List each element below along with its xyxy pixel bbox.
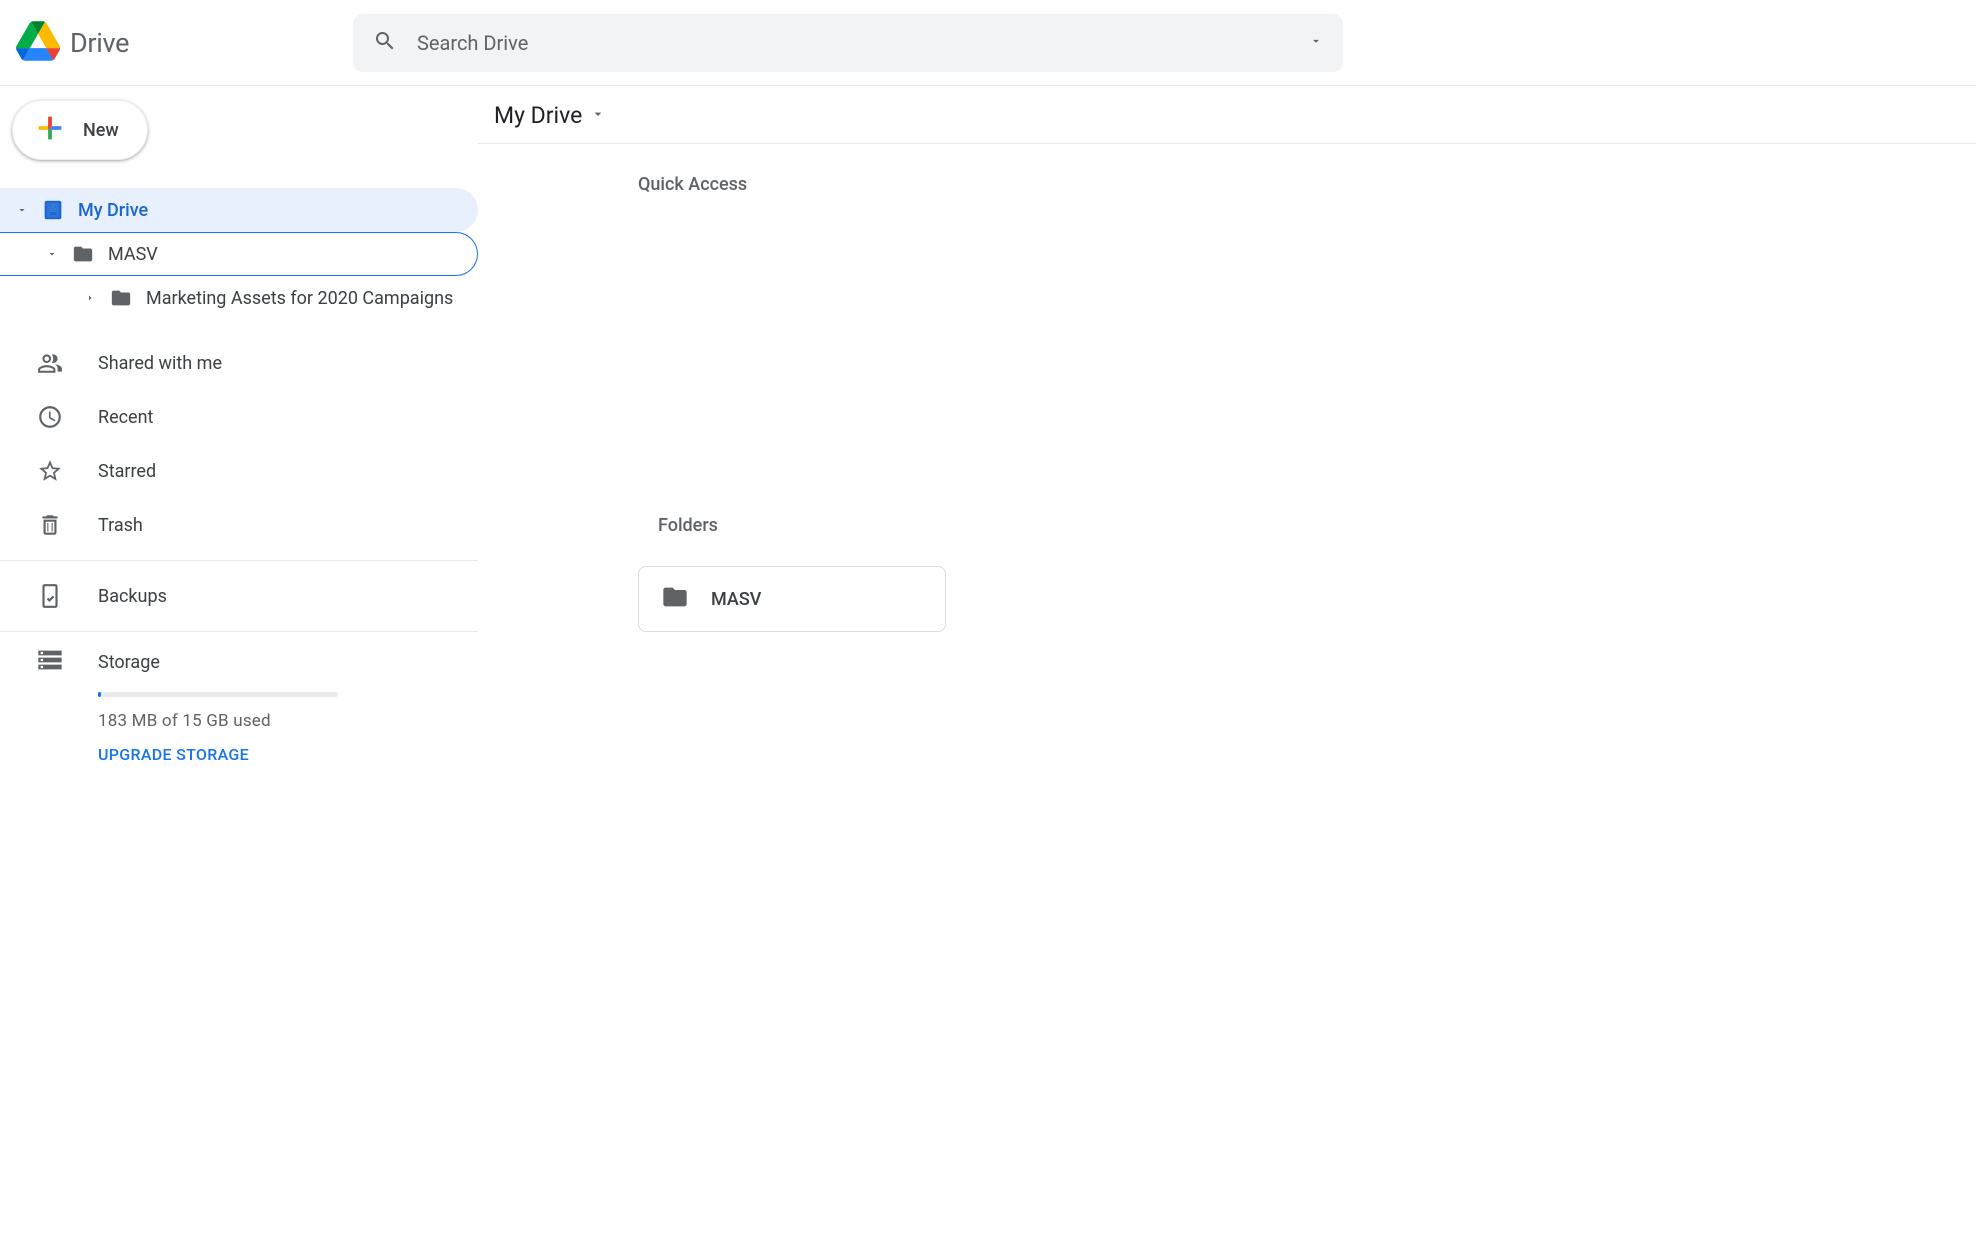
clock-icon bbox=[36, 403, 64, 431]
storage-usage-text: 183 MB of 15 GB used bbox=[98, 711, 478, 731]
shared-icon bbox=[36, 349, 64, 377]
sidebar: New My Drive MASV bbox=[0, 86, 478, 764]
chevron-down-icon[interactable] bbox=[14, 202, 30, 218]
folder-card-label: MASV bbox=[711, 589, 761, 610]
star-icon bbox=[36, 457, 64, 485]
folder-card-masv[interactable]: MASV bbox=[638, 566, 946, 632]
quick-access-heading: Quick Access bbox=[638, 174, 1976, 195]
tree-label-my-drive: My Drive bbox=[78, 200, 148, 221]
chevron-right-icon[interactable] bbox=[82, 290, 98, 306]
storage-section: Storage 183 MB of 15 GB used UPGRADE STO… bbox=[0, 640, 478, 764]
tree-label-marketing: Marketing Assets for 2020 Campaigns bbox=[146, 288, 453, 309]
nav-section: Shared with me Recent Starred Trash bbox=[0, 336, 478, 764]
search-icon bbox=[373, 29, 397, 57]
folders-heading: Folders bbox=[658, 515, 1976, 536]
nav-item-backups[interactable]: Backups bbox=[0, 569, 478, 623]
sidebar-item-marketing-assets[interactable]: Marketing Assets for 2020 Campaigns bbox=[0, 276, 478, 320]
storage-progress-fill bbox=[98, 692, 101, 697]
breadcrumb-title: My Drive bbox=[494, 102, 582, 129]
drive-icon bbox=[42, 199, 64, 221]
search-bar[interactable] bbox=[353, 14, 1343, 72]
backups-icon bbox=[36, 582, 64, 610]
main-content: My Drive Quick Access Folders MASV bbox=[478, 86, 1976, 764]
chevron-down-icon[interactable] bbox=[44, 246, 60, 262]
tree-label-masv: MASV bbox=[108, 244, 158, 265]
drive-logo-icon bbox=[16, 21, 60, 65]
new-button-label: New bbox=[83, 120, 119, 141]
breadcrumb[interactable]: My Drive bbox=[478, 102, 1976, 144]
folder-grid: MASV bbox=[638, 566, 1976, 632]
nav-item-trash[interactable]: Trash bbox=[0, 498, 478, 552]
divider bbox=[0, 631, 478, 632]
folder-tree: My Drive MASV Marketing Assets for 2020 bbox=[0, 188, 478, 320]
trash-icon bbox=[36, 511, 64, 539]
folder-icon bbox=[110, 287, 132, 309]
storage-progress-bar bbox=[98, 692, 338, 697]
header: Drive bbox=[0, 0, 1976, 86]
storage-icon bbox=[36, 646, 64, 678]
nav-item-storage[interactable]: Storage bbox=[36, 640, 478, 684]
nav-label-backups: Backups bbox=[98, 586, 167, 607]
search-options-icon[interactable] bbox=[1309, 33, 1323, 52]
nav-item-shared[interactable]: Shared with me bbox=[0, 336, 478, 390]
sidebar-item-masv[interactable]: MASV bbox=[0, 232, 478, 276]
chevron-down-icon bbox=[590, 106, 606, 126]
plus-icon bbox=[33, 111, 67, 149]
nav-item-starred[interactable]: Starred bbox=[0, 444, 478, 498]
nav-label-recent: Recent bbox=[98, 407, 153, 428]
nav-label-starred: Starred bbox=[98, 461, 156, 482]
folder-icon bbox=[72, 243, 94, 265]
storage-label: Storage bbox=[98, 652, 160, 673]
container: New My Drive MASV bbox=[0, 86, 1976, 764]
nav-item-recent[interactable]: Recent bbox=[0, 390, 478, 444]
folder-icon bbox=[661, 583, 689, 615]
upgrade-storage-link[interactable]: UPGRADE STORAGE bbox=[98, 745, 478, 764]
nav-label-trash: Trash bbox=[98, 515, 143, 536]
nav-label-shared: Shared with me bbox=[98, 353, 222, 374]
search-input[interactable] bbox=[417, 31, 1289, 55]
logo[interactable]: Drive bbox=[16, 21, 353, 65]
divider bbox=[0, 560, 478, 561]
new-button[interactable]: New bbox=[12, 100, 148, 160]
sidebar-item-my-drive[interactable]: My Drive bbox=[0, 188, 478, 232]
app-name: Drive bbox=[70, 27, 129, 59]
